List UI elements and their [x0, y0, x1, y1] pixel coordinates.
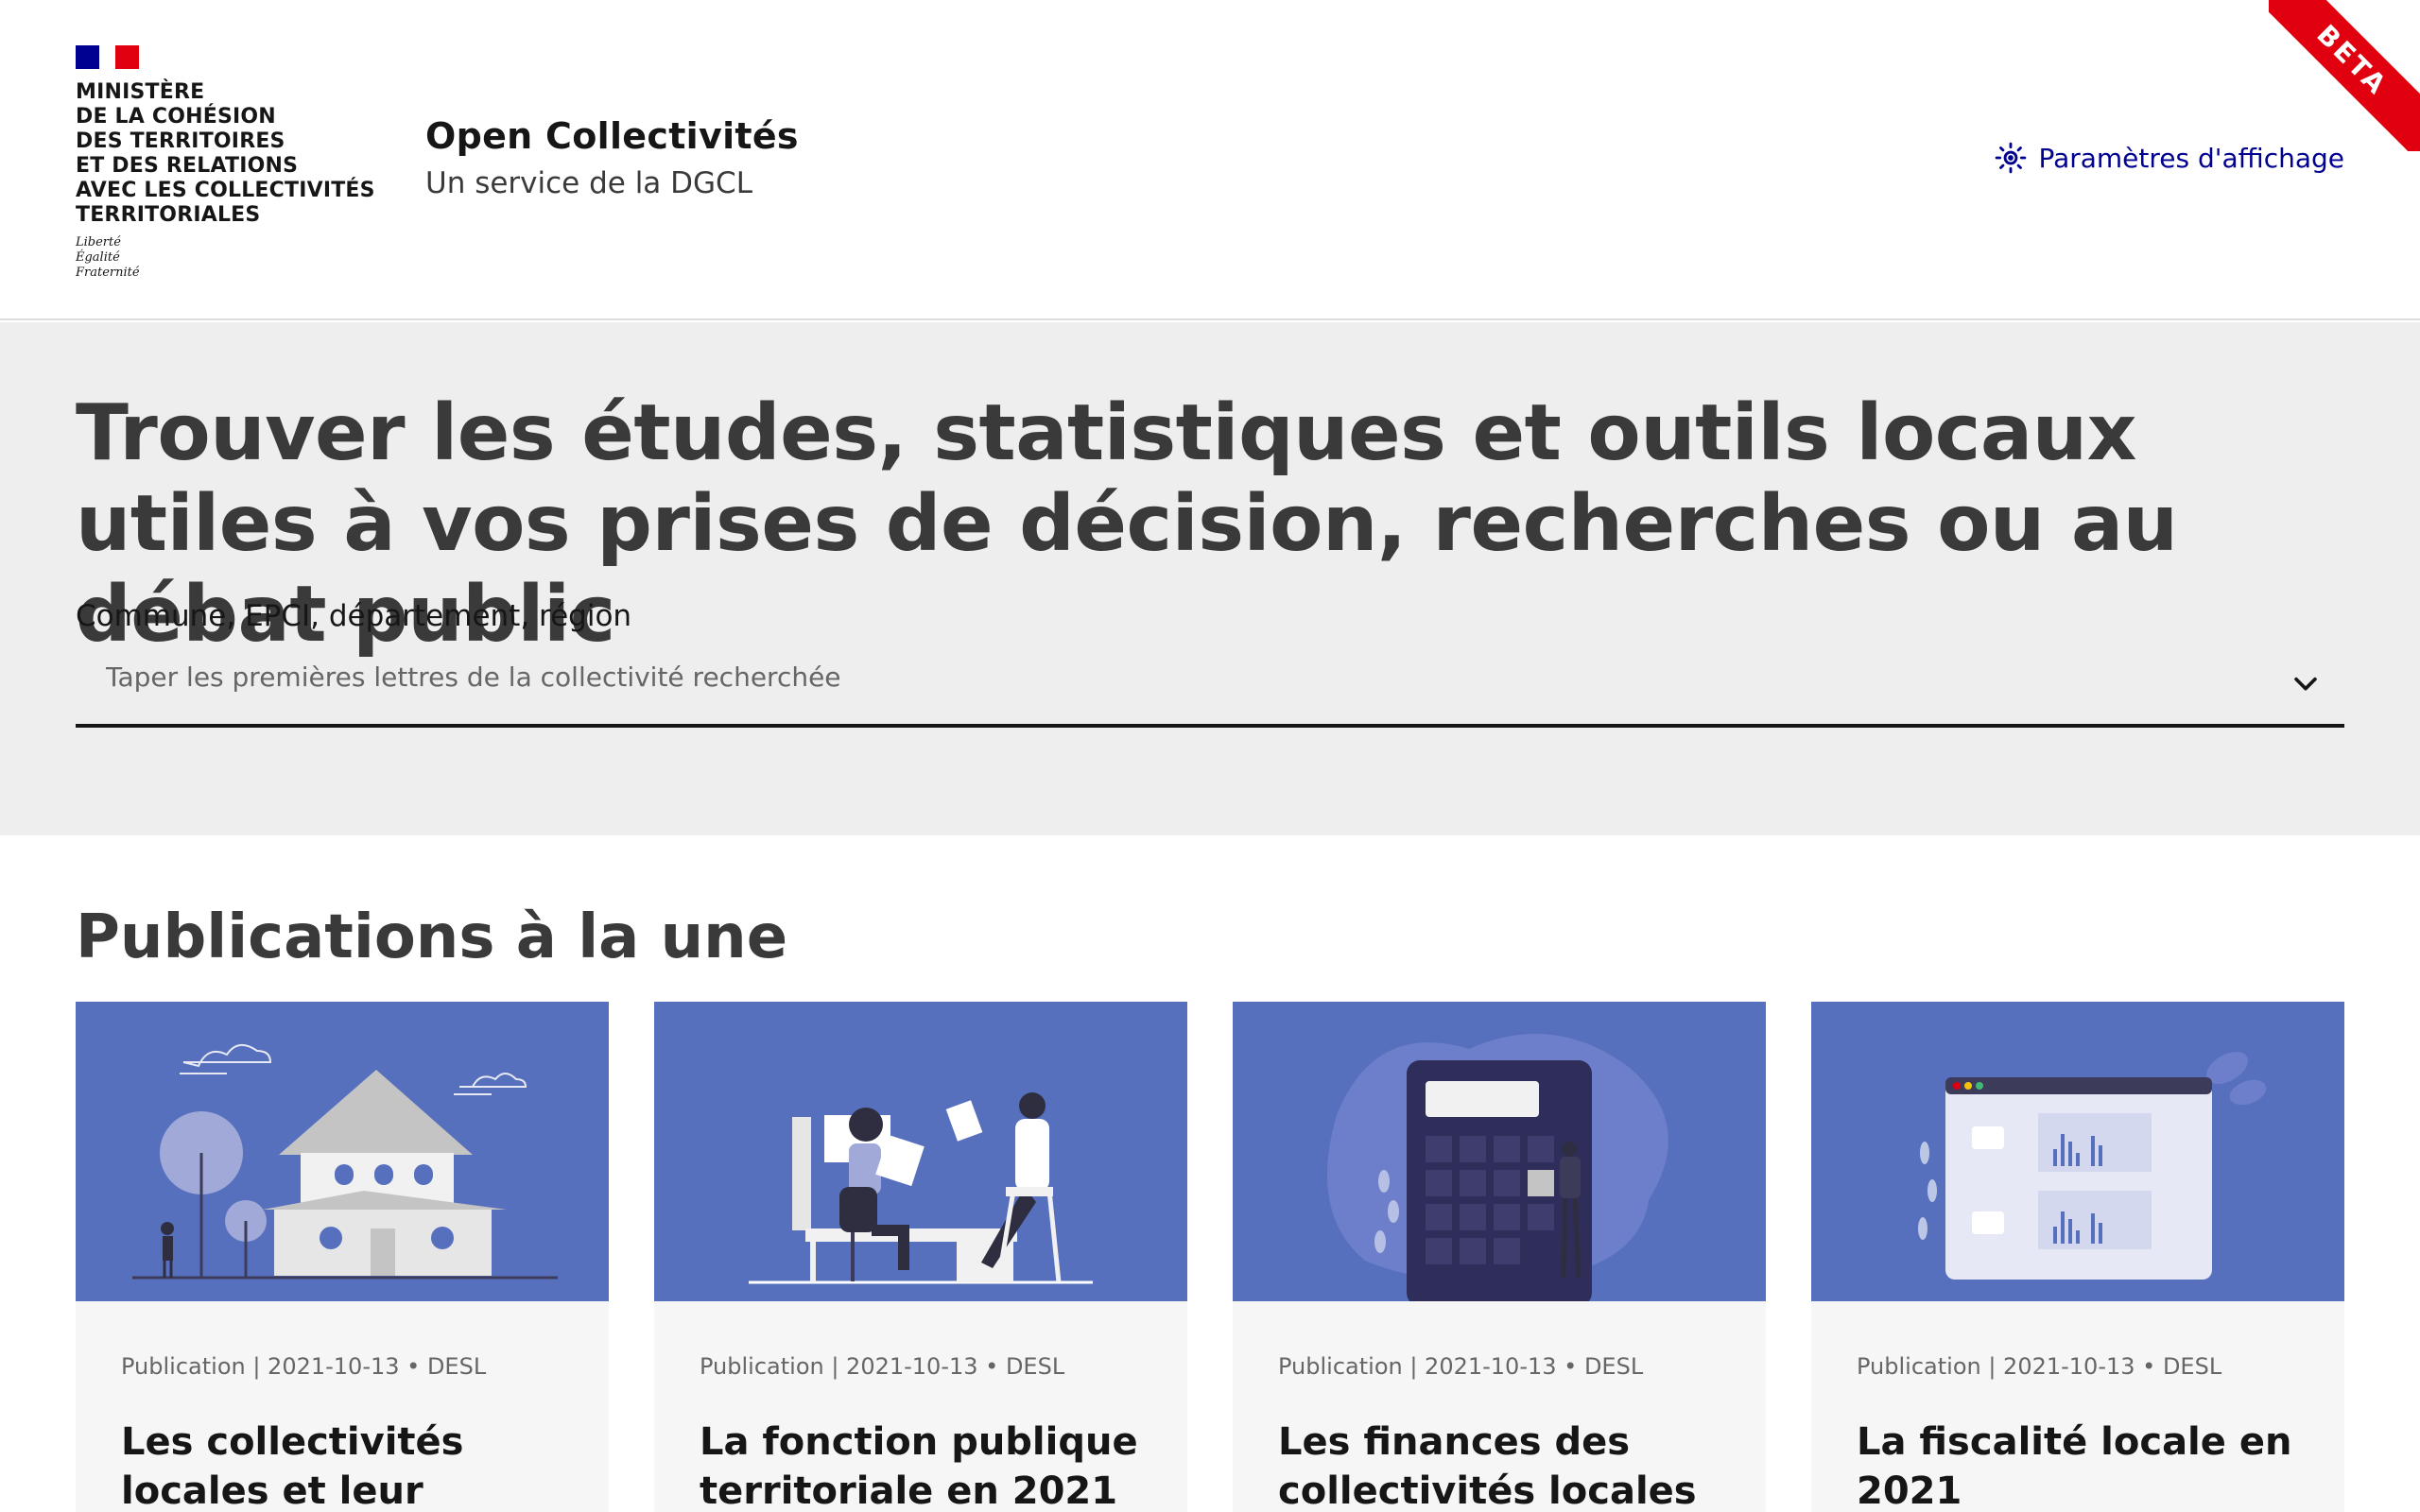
search-label: Commune, EPCI, département, région: [76, 599, 632, 633]
sun-icon: [1996, 142, 2027, 174]
site-header: MINISTÈRE DE LA COHÉSION DES TERRITOIRES…: [0, 0, 2420, 320]
publication-meta: Publication | 2021-10-13 • DESL: [1278, 1353, 1644, 1380]
motto-line: Fraternité: [76, 266, 140, 280]
motto-line: Liberté: [76, 235, 121, 249]
motto-line: Égalité: [76, 250, 120, 265]
service-title[interactable]: Open Collectivités: [425, 115, 799, 157]
ministry-line: AVEC LES COLLECTIVITÉS: [76, 179, 375, 202]
service-tagline: Un service de la DGCL: [425, 166, 752, 200]
ministry-line: TERRITORIALES: [76, 203, 261, 227]
office-workers-illustration: [654, 1002, 1187, 1301]
collectivity-search-input[interactable]: [76, 648, 2250, 705]
publications-grid: Publication | 2021-10-13 • DESL Les coll…: [76, 1002, 2344, 1512]
hero-search-section: Trouver les études, statistiques et outi…: [0, 322, 2420, 835]
publication-card[interactable]: Publication | 2021-10-13 • DESL Les fina…: [1233, 1002, 1766, 1512]
publication-meta: Publication | 2021-10-13 • DESL: [700, 1353, 1065, 1380]
publication-card[interactable]: Publication | 2021-10-13 • DESL La fonct…: [654, 1002, 1187, 1512]
publication-card[interactable]: Publication | 2021-10-13 • DESL La fisca…: [1811, 1002, 2344, 1512]
beta-ribbon: BETA: [2269, 0, 2420, 151]
ministry-line: DES TERRITOIRES: [76, 129, 285, 153]
publication-title[interactable]: Les collectivités locales et leur popula…: [121, 1418, 575, 1512]
ministry-line: DE LA COHÉSION: [76, 105, 276, 129]
publication-title[interactable]: La fiscalité locale en 2021: [1857, 1418, 2310, 1512]
service-name[interactable]: Open Collectivités Un service de la DGCL: [425, 115, 799, 200]
beta-label: BETA: [2269, 0, 2420, 151]
ministry-line: MINISTÈRE: [76, 80, 205, 104]
collectivity-search-combobox[interactable]: [76, 648, 2344, 728]
republic-motto: Liberté Égalité Fraternité: [76, 235, 378, 281]
publication-meta: Publication | 2021-10-13 • DESL: [121, 1353, 487, 1380]
ministry-line: ET DES RELATIONS: [76, 154, 299, 178]
publication-meta: Publication | 2021-10-13 • DESL: [1857, 1353, 2222, 1380]
publication-title[interactable]: Les finances des collectivités locales e…: [1278, 1418, 1732, 1512]
ministry-logo[interactable]: MINISTÈRE DE LA COHÉSION DES TERRITOIRES…: [76, 45, 378, 281]
publication-card[interactable]: Publication | 2021-10-13 • DESL Les coll…: [76, 1002, 609, 1512]
chevron-down-icon[interactable]: [2290, 667, 2322, 699]
publication-title[interactable]: La fonction publique territoriale en 202…: [700, 1418, 1153, 1512]
calculator-illustration: [1233, 1002, 1766, 1301]
dashboard-illustration: [1811, 1002, 2344, 1301]
marianne-flag-icon: [76, 45, 139, 69]
house-illustration: [76, 1002, 609, 1301]
publications-heading: Publications à la une: [76, 902, 788, 972]
ministry-name: MINISTÈRE DE LA COHÉSION DES TERRITOIRES…: [76, 80, 378, 228]
